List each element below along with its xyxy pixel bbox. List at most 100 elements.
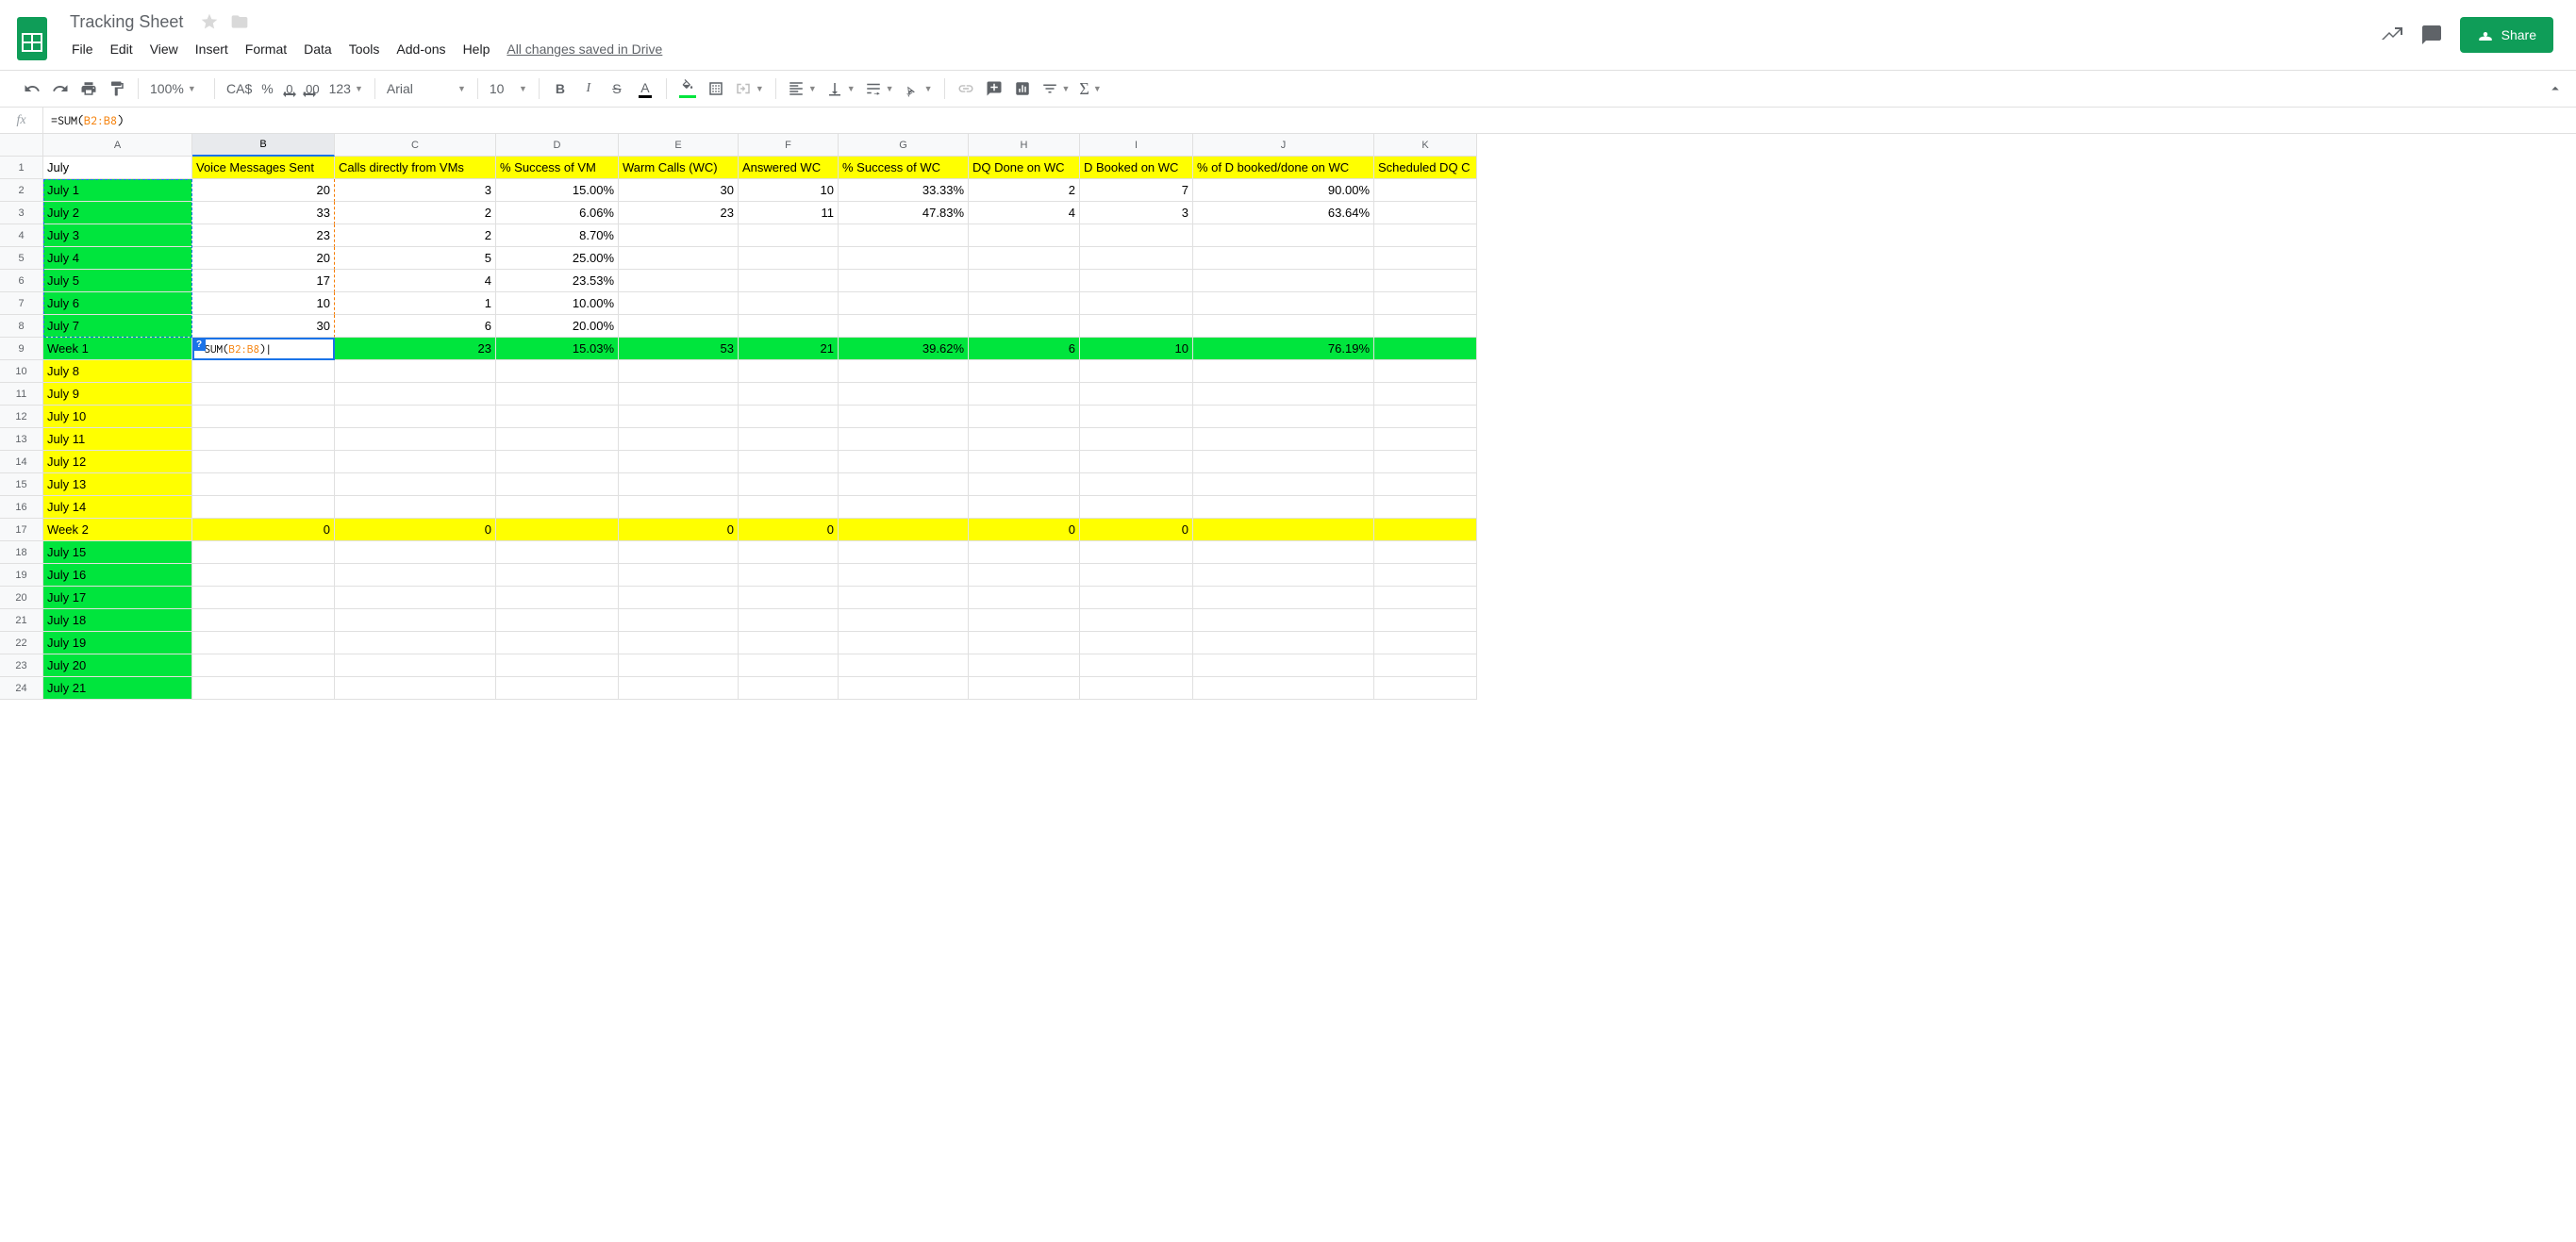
decrease-decimal-button[interactable]: .0 [279,82,297,96]
column-header-D[interactable]: D [496,134,619,157]
comments-icon[interactable] [2420,24,2443,46]
cell-A6[interactable]: July 5 [43,270,192,292]
cell-G3[interactable]: 47.83% [839,202,969,224]
currency-format-button[interactable]: CA$ [223,81,256,96]
cell-J9[interactable]: 76.19% [1193,338,1374,360]
cell-A24[interactable]: July 21 [43,677,192,700]
cell-F8[interactable] [739,315,839,338]
cell-B14[interactable] [192,451,335,473]
horizontal-align-button[interactable]: ▼ [784,80,821,97]
cell-E4[interactable] [619,224,739,247]
editing-cell-B9[interactable]: ?=SUM(B2:B8)| [192,338,335,360]
cell-J10[interactable] [1193,360,1374,383]
cell-C24[interactable] [335,677,496,700]
cell-B23[interactable] [192,654,335,677]
merge-cells-button[interactable]: ▼ [731,80,768,97]
cell-B3[interactable]: 33 [192,202,335,224]
cell-A5[interactable]: July 4 [43,247,192,270]
cell-F21[interactable] [739,609,839,632]
cell-D2[interactable]: 15.00% [496,179,619,202]
cell-K16[interactable] [1374,496,1477,519]
insert-link-button[interactable] [953,75,979,102]
cell-F9[interactable]: 21 [739,338,839,360]
row-header-12[interactable]: 12 [0,406,43,428]
cell-K20[interactable] [1374,587,1477,609]
cell-G6[interactable] [839,270,969,292]
cell-D10[interactable] [496,360,619,383]
row-header-22[interactable]: 22 [0,632,43,654]
cell-A4[interactable]: July 3 [43,224,192,247]
cell-K5[interactable] [1374,247,1477,270]
toolbar-expand-button[interactable] [2542,75,2568,102]
star-icon[interactable] [200,12,219,31]
cell-E7[interactable] [619,292,739,315]
cell-H4[interactable] [969,224,1080,247]
cell-E12[interactable] [619,406,739,428]
cell-F4[interactable] [739,224,839,247]
cell-A8[interactable]: July 7 [43,315,192,338]
row-header-1[interactable]: 1 [0,157,43,179]
cell-F11[interactable] [739,383,839,406]
cell-I16[interactable] [1080,496,1193,519]
cell-J14[interactable] [1193,451,1374,473]
cell-C9[interactable]: 23 [335,338,496,360]
cell-E18[interactable] [619,541,739,564]
menu-edit[interactable]: Edit [103,38,141,60]
cell-K22[interactable] [1374,632,1477,654]
row-header-18[interactable]: 18 [0,541,43,564]
cell-A19[interactable]: July 16 [43,564,192,587]
cell-C12[interactable] [335,406,496,428]
cell-J24[interactable] [1193,677,1374,700]
cell-C19[interactable] [335,564,496,587]
cell-F24[interactable] [739,677,839,700]
cell-K19[interactable] [1374,564,1477,587]
cell-G8[interactable] [839,315,969,338]
cell-D11[interactable] [496,383,619,406]
cell-K1[interactable]: Scheduled DQ C [1374,157,1477,179]
column-header-H[interactable]: H [969,134,1080,157]
cell-G21[interactable] [839,609,969,632]
cell-A1[interactable]: July [43,157,192,179]
cell-C4[interactable]: 2 [335,224,496,247]
cell-B12[interactable] [192,406,335,428]
cell-K6[interactable] [1374,270,1477,292]
cell-D22[interactable] [496,632,619,654]
cell-A17[interactable]: Week 2 [43,519,192,541]
cell-I15[interactable] [1080,473,1193,496]
cell-I20[interactable] [1080,587,1193,609]
cell-F18[interactable] [739,541,839,564]
drive-save-status[interactable]: All changes saved in Drive [499,38,670,60]
insert-chart-button[interactable] [1009,75,1036,102]
cell-J13[interactable] [1193,428,1374,451]
cell-K8[interactable] [1374,315,1477,338]
cell-D18[interactable] [496,541,619,564]
cell-C22[interactable] [335,632,496,654]
cell-I13[interactable] [1080,428,1193,451]
cell-I14[interactable] [1080,451,1193,473]
cell-F20[interactable] [739,587,839,609]
cell-J12[interactable] [1193,406,1374,428]
percent-format-button[interactable]: % [258,81,276,96]
row-header-8[interactable]: 8 [0,315,43,338]
cell-E15[interactable] [619,473,739,496]
cell-E6[interactable] [619,270,739,292]
cell-B19[interactable] [192,564,335,587]
column-header-G[interactable]: G [839,134,969,157]
cell-A2[interactable]: July 1 [43,179,192,202]
cell-E10[interactable] [619,360,739,383]
cell-D7[interactable]: 10.00% [496,292,619,315]
cell-H20[interactable] [969,587,1080,609]
cell-J5[interactable] [1193,247,1374,270]
cell-G7[interactable] [839,292,969,315]
menu-file[interactable]: File [64,38,101,60]
row-header-11[interactable]: 11 [0,383,43,406]
cell-E9[interactable]: 53 [619,338,739,360]
cell-C17[interactable]: 0 [335,519,496,541]
cell-G23[interactable] [839,654,969,677]
cell-K13[interactable] [1374,428,1477,451]
cell-H8[interactable] [969,315,1080,338]
cell-I17[interactable]: 0 [1080,519,1193,541]
paint-format-button[interactable] [104,75,130,102]
cell-C2[interactable]: 3 [335,179,496,202]
text-rotation-button[interactable]: ▼ [900,80,937,97]
